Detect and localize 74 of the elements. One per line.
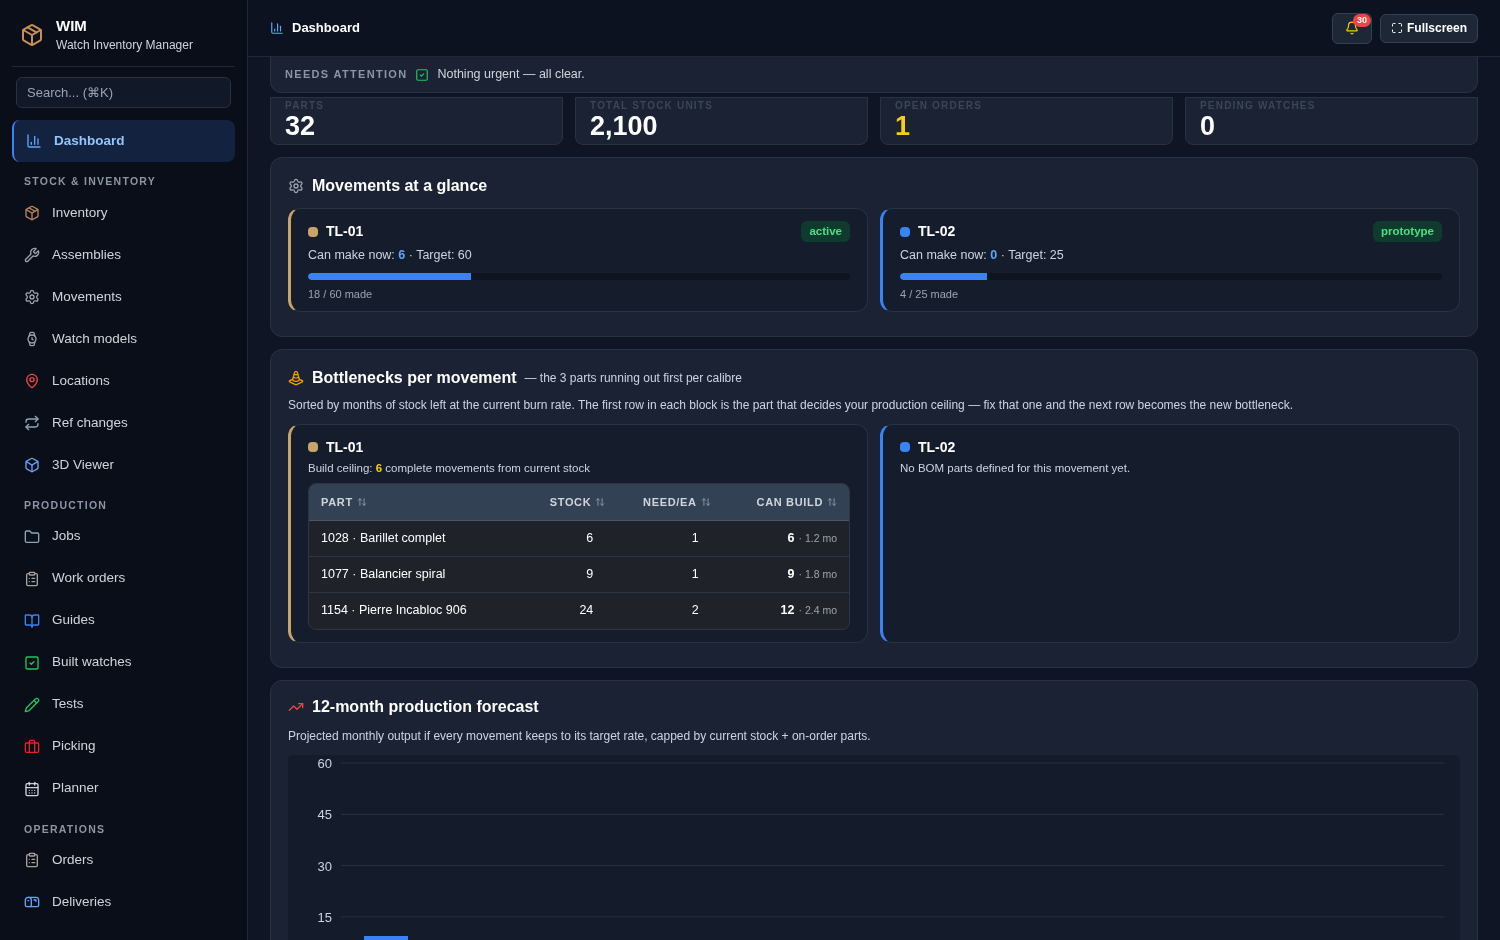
stat-value: 1 [895,112,912,140]
notifications-button[interactable]: 30 [1331,12,1372,44]
stat-value: 2,100 [590,112,659,140]
nav-item[interactable]: Assemblies [12,233,235,276]
table-cell-text: 24 [578,602,595,620]
nav-item[interactable]: Built watches [12,641,235,684]
table-cell-text: 2 [690,602,700,620]
nav-item[interactable]: Picking [12,725,235,768]
nav-item[interactable]: Planner [12,767,235,810]
section-heading: PRODUCTION [23,497,109,513]
column-header[interactable]: PART [321,493,522,510]
nav-item[interactable]: Watch models [12,317,235,360]
table-cell-text: 1077 · Balancier spiral [321,565,447,583]
made-count: 18 / 60 made [308,287,374,302]
nav-item[interactable]: Dashboard [12,120,235,162]
table-cell-text: 9 [585,565,595,583]
section-heading: STOCK & INVENTORY [23,174,158,189]
nav-item[interactable]: Jobs [12,515,235,558]
table-cell-text: 1 [690,565,700,583]
stat-value: 0 [1200,112,1217,140]
nav-item[interactable]: Locations [12,359,235,402]
nav-item[interactable]: Tests [12,683,235,726]
stat-value: 32 [285,112,317,140]
section-description: Sorted by months of stock left at the current burn rate. The first row in each block is the part that decides your production ceiling — fix that one and the next row becomes the new bottleneck. [288,396,1294,414]
section-title: Movements at a glance [312,176,488,196]
movement-summary: Can make now: 0 · Target: 25 [900,247,1065,265]
table-cell-text: 1028 · Barillet complet [321,529,447,547]
months-left: · 1.8 mo [798,566,837,582]
table-cell-text: 1154 · Pierre Incabloc 906 [321,602,468,620]
column-header[interactable]: CAN BUILD [710,493,837,510]
column-header[interactable]: NEED/EA [605,493,711,510]
section-title: Bottlenecks per movement [312,367,517,388]
movement-name: TL-02 [918,437,956,457]
table-cell-text: 12 [780,602,795,620]
months-left: · 1.2 mo [798,530,837,546]
months-left: · 2.4 mo [798,603,837,619]
table-cell-text: 9 [787,565,795,583]
movement-name: TL-02 [918,222,956,242]
axis-label: 30 [317,858,332,874]
nav-item[interactable]: Movements [12,275,235,318]
section-description: Projected monthly output if every movement keeps to its target rate, capped by current stock + on-order parts. [288,727,872,745]
section-subtitle: — the 3 parts running out first per calibre [524,369,742,387]
page-title: Dashboard [292,19,360,38]
table-cell-text: 6 [585,529,595,547]
fullscreen-button[interactable]: Fullscreen [1379,13,1478,43]
movement-name: TL-01 [326,437,364,457]
nav-item[interactable]: 3D Viewer [12,443,235,486]
section-heading: OPERATIONS [23,821,107,837]
attention-label: NEEDS ATTENTION [285,67,408,83]
app-name: WIM [56,16,88,36]
axis-label: 45 [317,807,332,823]
status-badge: prototype [1372,221,1442,243]
app-subtitle: Watch Inventory Manager [56,37,193,54]
notification-badge: 30 [1352,13,1371,27]
nav-item[interactable]: Inventory [12,191,235,234]
status-badge: active [801,221,850,243]
nav-item[interactable]: Guides [12,599,235,642]
search-field[interactable]: Search... (⌘K) [16,77,231,108]
movement-summary: Can make now: 6 · Target: 60 [308,247,473,265]
axis-label: 15 [317,909,332,925]
column-header[interactable]: STOCK [521,493,606,510]
nav-item[interactable]: Deliveries [12,881,235,924]
movement-name: TL-01 [326,222,364,242]
table-cell-text: 1 [690,529,700,547]
nav-item[interactable]: Orders [12,839,235,882]
nav-item[interactable]: Ref changes [12,401,235,444]
section-title: 12-month production forecast [312,696,539,717]
block-caption: No BOM parts defined for this movement yet. [900,460,1132,476]
table-cell-text: 6 [787,529,795,547]
block-caption: Build ceiling: 6 complete movements from current stock [308,460,591,476]
attention-message: Nothing urgent — all clear. [437,66,585,84]
nav-item[interactable]: Work orders [12,557,235,600]
axis-label: 60 [317,755,332,771]
made-count: 4 / 25 made [900,287,960,302]
